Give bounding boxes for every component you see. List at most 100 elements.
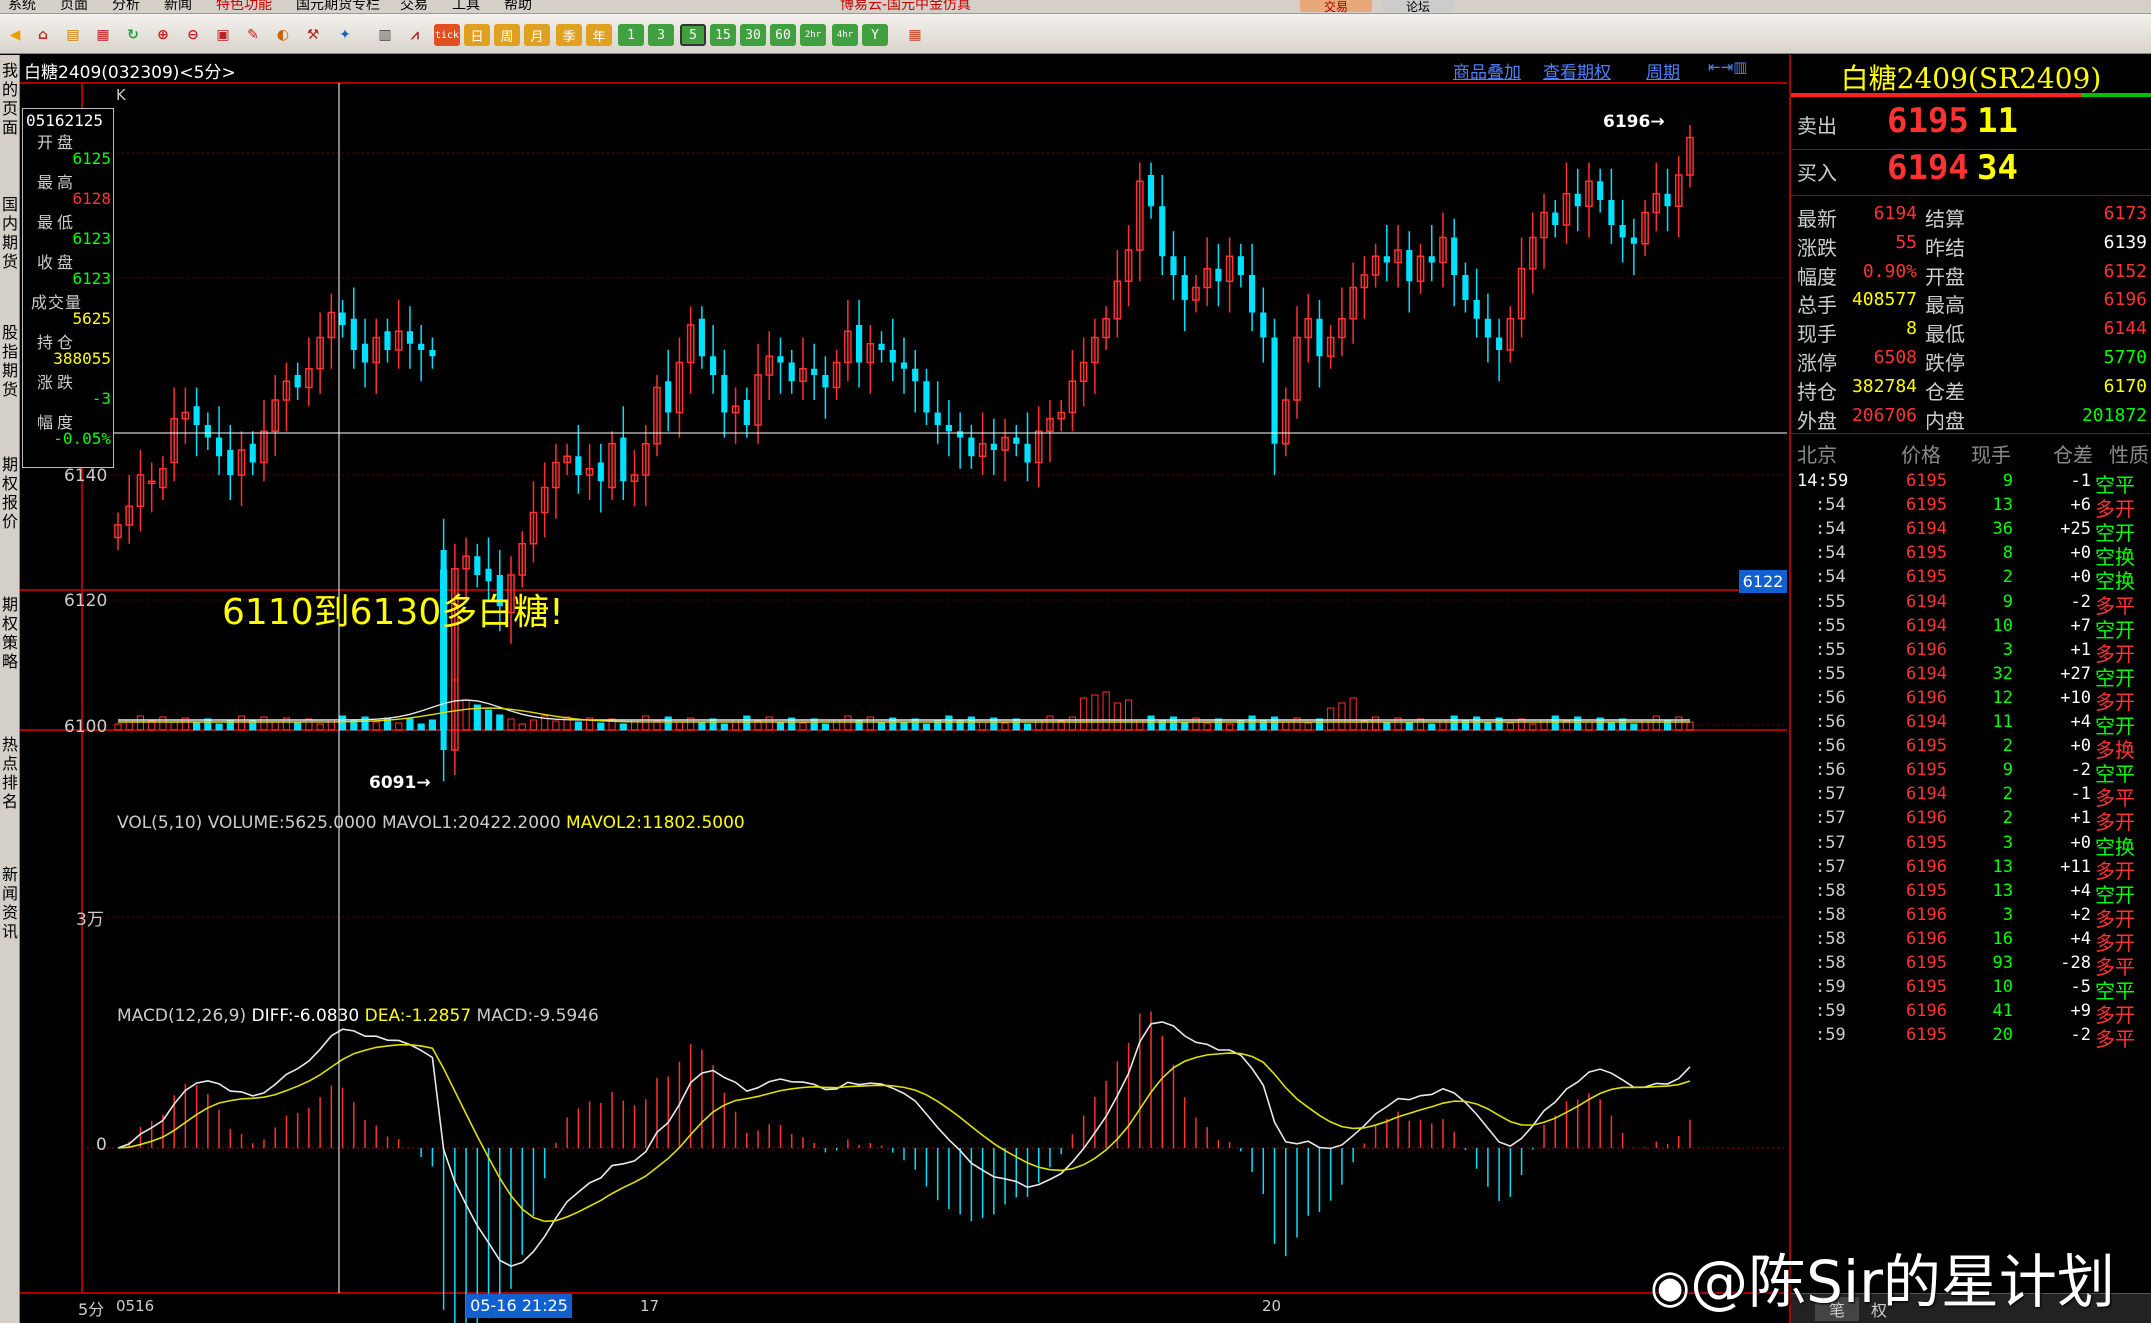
- stat-label: 跌停: [1925, 351, 1965, 375]
- tool-icon[interactable]: ⚒: [300, 23, 326, 47]
- book-icon[interactable]: ▤: [60, 23, 86, 47]
- info-value: 6123: [72, 269, 111, 288]
- toolbar: ◀ ⌂ ▤ ▦ ↻ ⊕ ⊖ ▣ ✎ ◐ ⚒ ✦ ▥ ⩘ tick 日 周 月 季…: [0, 14, 2151, 54]
- stat-label: 开盘: [1925, 264, 1965, 289]
- nav-news[interactable]: 新闻资讯: [0, 865, 20, 941]
- nav-my-page[interactable]: 我的页面: [0, 61, 20, 137]
- candle-body-down: [1473, 300, 1480, 319]
- menu-broker[interactable]: 国元期货专栏: [296, 0, 380, 13]
- candle-body-down: [1215, 268, 1222, 282]
- tick-qty: 12: [1992, 687, 2013, 708]
- menu-page[interactable]: 页面: [60, 0, 88, 13]
- candle-body-down: [777, 356, 784, 363]
- layout-icons[interactable]: ⇤⇥▥: [1708, 58, 1747, 76]
- zoom-in-icon[interactable]: ⊕: [150, 23, 176, 47]
- tick-qty: 3: [2002, 832, 2013, 853]
- period-year[interactable]: 年: [586, 24, 612, 46]
- period-4hr[interactable]: 4hr: [832, 24, 858, 46]
- chart-icon[interactable]: ⩘: [402, 23, 428, 47]
- menu-features[interactable]: 特色功能: [216, 0, 272, 13]
- forum-button[interactable]: 论坛: [1382, 0, 1454, 13]
- period-tick[interactable]: tick: [434, 24, 460, 46]
- period-15min[interactable]: 15: [710, 24, 736, 46]
- nav-option-strategy[interactable]: 期权策略: [0, 595, 20, 671]
- volume-bar: [1203, 722, 1211, 731]
- tick-price: 6196: [1906, 904, 1947, 925]
- volume-bar: [1102, 691, 1110, 731]
- volume-bar: [1327, 707, 1335, 731]
- volume-bar: [1630, 723, 1638, 731]
- volume-bar: [799, 722, 807, 731]
- period-5min-active[interactable]: 5: [680, 24, 706, 46]
- price-tick-6140: 6140: [64, 466, 108, 486]
- back-arrow-icon[interactable]: ◀: [2, 23, 28, 47]
- menu-analysis[interactable]: 分析: [112, 0, 140, 13]
- stat-value: 0.90%: [1862, 260, 1917, 282]
- tick-qty: 2: [2002, 784, 2013, 805]
- candle-body-down: [418, 343, 425, 350]
- period-60min[interactable]: 60: [770, 24, 796, 46]
- period-week[interactable]: 周: [494, 24, 520, 46]
- menu-news[interactable]: 新闻: [164, 0, 192, 13]
- period-1min[interactable]: 1: [618, 24, 644, 46]
- nav-domestic-futures[interactable]: 国内期货: [0, 195, 20, 271]
- nav-index-futures[interactable]: 股指期货: [0, 323, 20, 399]
- volume-bar: [1248, 715, 1256, 731]
- volume-bar: [1652, 715, 1660, 731]
- menu-help[interactable]: 帮助: [504, 0, 532, 13]
- tick-oi-change: +4: [2070, 928, 2091, 949]
- period-2hr[interactable]: 2hr: [800, 24, 826, 46]
- volume-bar: [675, 721, 684, 731]
- period-month[interactable]: 月: [524, 24, 550, 46]
- new-icon[interactable]: ✦: [332, 23, 358, 47]
- period-link[interactable]: 周期: [1646, 58, 1680, 83]
- zoom-out-icon[interactable]: ⊖: [180, 23, 206, 47]
- pencil-icon[interactable]: ✎: [240, 23, 266, 47]
- stat-value: 6194: [1873, 203, 1917, 224]
- menu-trade[interactable]: 交易: [400, 0, 428, 13]
- weibo-icon: ◉: [1650, 1259, 1691, 1313]
- min-price-label: 6091→: [369, 773, 431, 793]
- candle-body-down: [1271, 337, 1278, 444]
- tick-nature: 多平: [2095, 1027, 2135, 1052]
- candle-body-down: [294, 375, 301, 388]
- kline-chart[interactable]: [20, 55, 1787, 1323]
- period-quarter[interactable]: 季: [556, 24, 582, 46]
- tick-qty: 8: [2002, 543, 2013, 564]
- table-icon[interactable]: ▥: [372, 23, 398, 47]
- candle-body-down: [485, 568, 492, 582]
- tick-qty: 11: [1992, 712, 2013, 732]
- home-icon[interactable]: ⌂: [30, 23, 56, 47]
- quote-icon[interactable]: ▦: [90, 23, 116, 47]
- volume-legend: VOL(5,10) VOLUME:5625.0000 MAVOL1:20422.…: [117, 813, 745, 833]
- period-day[interactable]: 日: [464, 24, 490, 46]
- tick-qty: 20: [1992, 1025, 2013, 1046]
- tick-qty: 13: [1992, 856, 2013, 877]
- period-custom[interactable]: Y: [862, 24, 888, 46]
- volume-bar: [619, 723, 627, 731]
- info-value: 5625: [72, 309, 111, 328]
- tick-price: 6196: [1906, 856, 1947, 877]
- compare-link[interactable]: 商品叠加: [1453, 58, 1521, 83]
- window-icon[interactable]: ▣: [210, 23, 236, 47]
- menu-tools[interactable]: 工具: [452, 0, 480, 13]
- tick-qty: 2: [2002, 567, 2013, 588]
- tick-oi-change: -5: [2070, 977, 2091, 998]
- tick-oi-change: +11: [2060, 856, 2091, 877]
- menu-system[interactable]: 系统: [8, 0, 36, 13]
- candle-body-down: [1496, 337, 1503, 350]
- candle-body-down: [474, 556, 481, 575]
- volume-bar: [1585, 721, 1593, 731]
- nav-option-quotes[interactable]: 期权报价: [0, 455, 20, 531]
- period-30min[interactable]: 30: [740, 24, 766, 46]
- refresh-icon[interactable]: ↻: [120, 23, 146, 47]
- trade-button[interactable]: 交易: [1300, 0, 1372, 13]
- candle-body-down: [620, 437, 627, 482]
- period-3min[interactable]: 3: [648, 24, 674, 46]
- draw-icon[interactable]: ◐: [270, 23, 296, 47]
- tick-time: :54: [1815, 519, 1846, 540]
- calculator-icon[interactable]: ▦: [902, 23, 928, 47]
- view-options-link[interactable]: 查看期权: [1543, 58, 1611, 83]
- nav-hot-ranking[interactable]: 热点排名: [0, 735, 20, 811]
- tick-price: 6195: [1906, 543, 1947, 564]
